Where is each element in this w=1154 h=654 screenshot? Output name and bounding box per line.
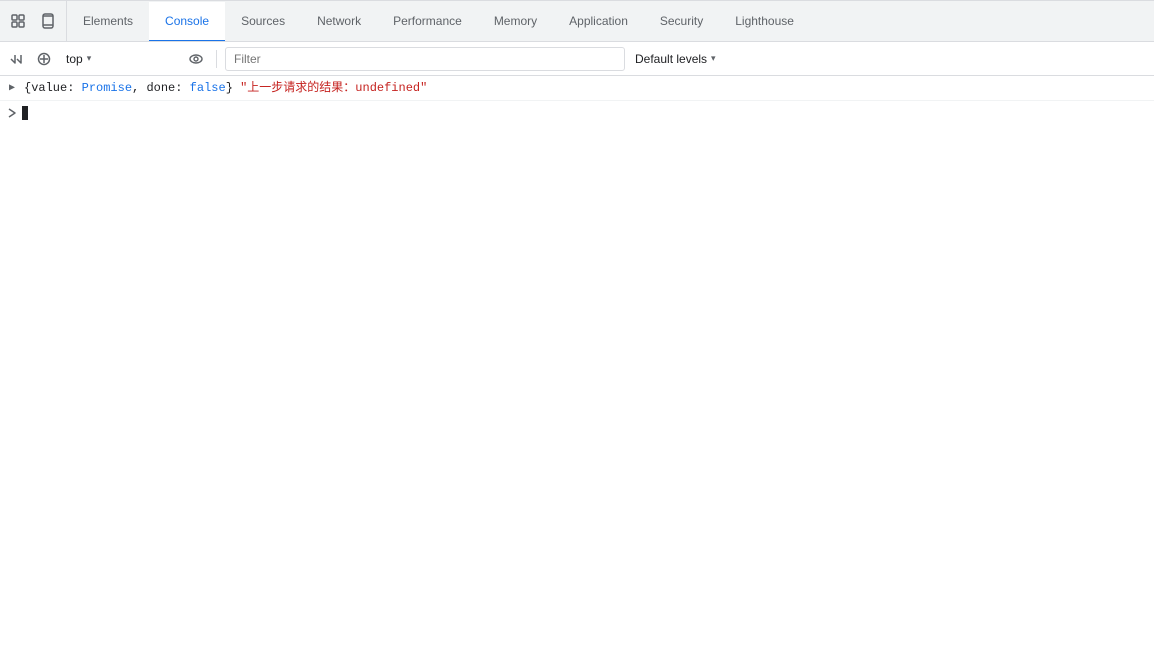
console-input-line[interactable]	[0, 101, 1154, 125]
tab-sources[interactable]: Sources	[225, 2, 301, 41]
console-message: {value: Promise, done: false} "上一步请求的结果：…	[20, 78, 1154, 98]
toolbar-divider	[216, 50, 217, 68]
device-toggle-button[interactable]	[34, 7, 62, 35]
tab-application[interactable]: Application	[553, 2, 644, 41]
secondary-toolbar: top ▾ Default levels ▾	[0, 42, 1154, 76]
tab-memory[interactable]: Memory	[478, 2, 553, 41]
live-expressions-button[interactable]	[184, 47, 208, 71]
levels-chevron-icon: ▾	[711, 53, 716, 64]
tabs-bar: Elements Console Sources Network Perform…	[0, 1, 1154, 42]
console-output: ▶ {value: Promise, done: false} "上一步请求的结…	[0, 76, 1154, 654]
tab-lighthouse[interactable]: Lighthouse	[719, 2, 810, 41]
context-chevron-icon: ▾	[87, 53, 92, 64]
toolbar-icons	[0, 1, 67, 41]
console-prompt-icon	[4, 103, 20, 123]
devtools-panel: Elements Console Sources Network Perform…	[0, 0, 1154, 654]
console-cursor	[22, 106, 28, 120]
tab-security[interactable]: Security	[644, 2, 719, 41]
tab-network[interactable]: Network	[301, 2, 377, 41]
expand-arrow-icon[interactable]: ▶	[4, 78, 20, 98]
context-selector[interactable]: top ▾	[60, 47, 180, 71]
tab-elements[interactable]: Elements	[67, 2, 149, 41]
clear-console-button[interactable]	[32, 47, 56, 71]
step-over-button[interactable]	[4, 47, 28, 71]
inspect-element-button[interactable]	[4, 7, 32, 35]
tabs-list: Elements Console Sources Network Perform…	[67, 1, 810, 41]
filter-input[interactable]	[225, 47, 625, 71]
tab-console[interactable]: Console	[149, 2, 225, 41]
levels-selector[interactable]: Default levels ▾	[629, 47, 722, 71]
console-log-entry: ▶ {value: Promise, done: false} "上一步请求的结…	[0, 76, 1154, 101]
tab-performance[interactable]: Performance	[377, 2, 478, 41]
